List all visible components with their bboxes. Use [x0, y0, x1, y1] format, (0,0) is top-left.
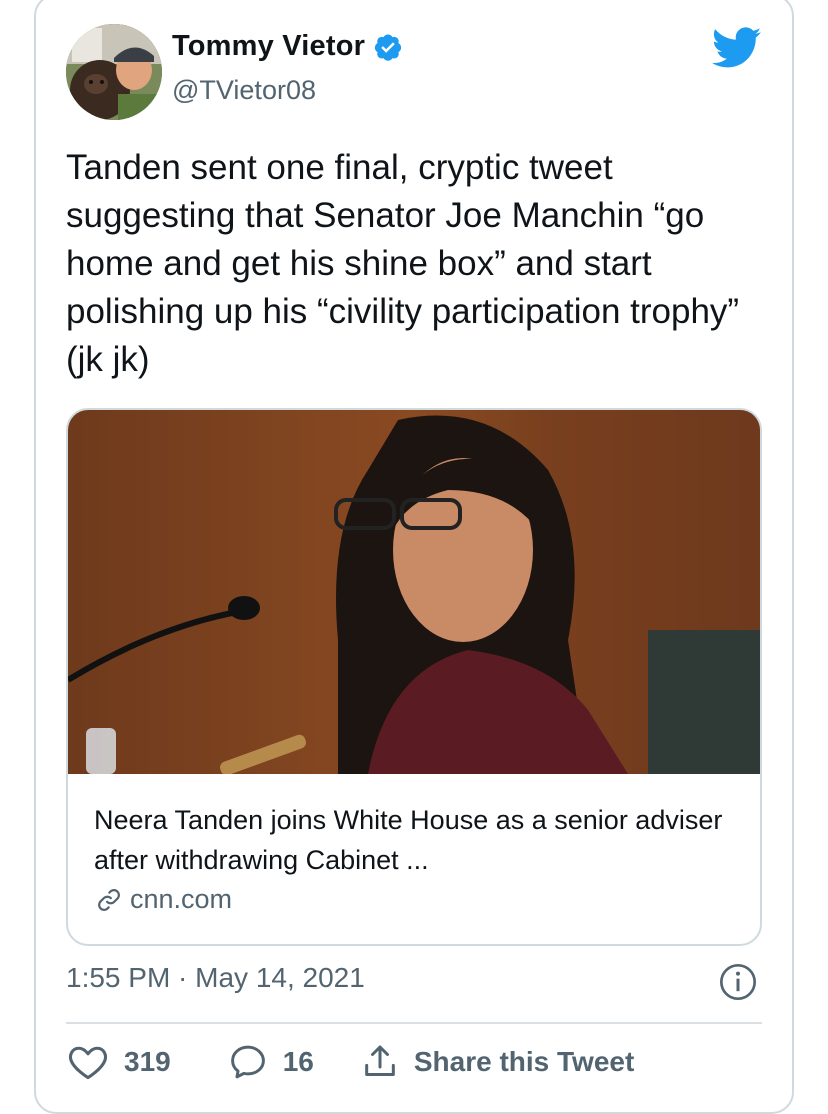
like-button[interactable]: 319: [66, 1040, 171, 1084]
reply-count: 16: [282, 1046, 314, 1077]
tweet-actions: 319 16 Share this Tweet: [66, 1040, 634, 1084]
share-icon: [365, 1045, 395, 1076]
heart-icon: [68, 1046, 108, 1080]
link-preview-card[interactable]: Neera Tanden joins White House as a seni…: [66, 408, 762, 946]
author-handle[interactable]: @TVietor08: [172, 75, 316, 106]
share-label: Share this Tweet: [413, 1046, 635, 1077]
author-name-row: Tommy Vietor: [172, 30, 403, 63]
link-domain-text: cnn.com: [130, 884, 233, 914]
link-icon: [98, 888, 120, 911]
author-avatar[interactable]: [66, 24, 162, 120]
twitter-bird-icon[interactable]: [712, 26, 762, 70]
divider: [66, 1022, 762, 1024]
reply-bubble-icon: [230, 1045, 265, 1079]
like-count: 319: [124, 1046, 171, 1077]
info-icon[interactable]: [718, 962, 758, 1002]
verified-badge-icon: [374, 34, 402, 61]
link-domain[interactable]: cnn.com: [94, 884, 232, 915]
link-title[interactable]: Neera Tanden joins White House as a seni…: [94, 800, 734, 880]
reply-button[interactable]: 16: [227, 1041, 314, 1083]
article-photo: [68, 410, 760, 774]
tweet-text: Tanden sent one final, cryptic tweet sug…: [66, 148, 740, 379]
share-button[interactable]: Share this Tweet: [360, 1042, 634, 1082]
tweet-timestamp[interactable]: 1:55 PM · May 14, 2021: [66, 962, 365, 994]
author-name[interactable]: Tommy Vietor: [172, 30, 365, 63]
